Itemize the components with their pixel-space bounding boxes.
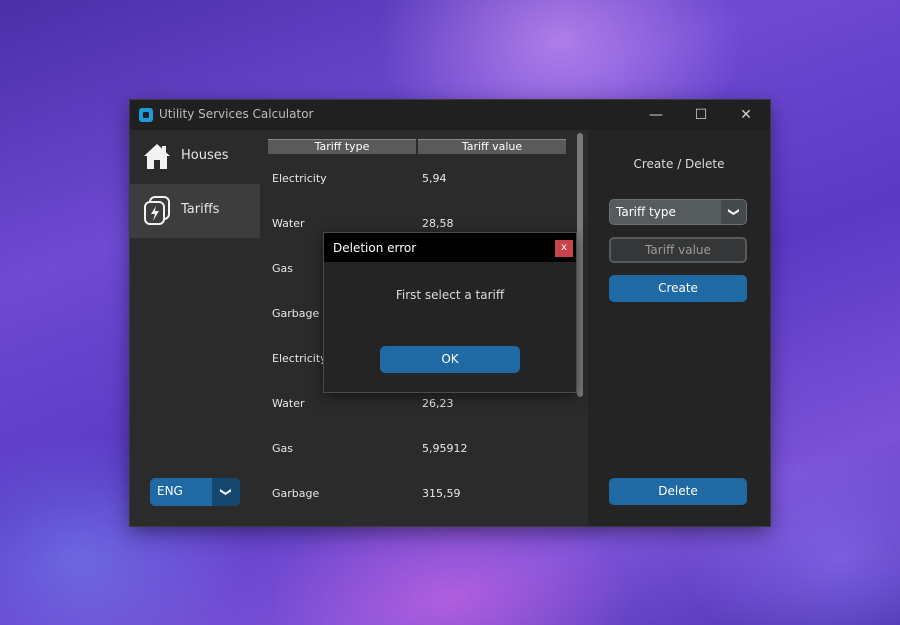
close-button[interactable]: ✕: [736, 106, 756, 124]
table-cell-value: 5,95912: [422, 442, 468, 455]
ok-button[interactable]: OK: [380, 346, 520, 373]
table-cell-value: 26,23: [422, 397, 454, 410]
tariff-value-input[interactable]: [611, 239, 745, 261]
deletion-error-dialog: Deletion error x First select a tariff O…: [324, 233, 576, 392]
chevron-down-icon[interactable]: ❯: [212, 478, 240, 506]
table-cell-type: Gas: [272, 262, 293, 275]
table-cell-value: 5,94: [422, 172, 447, 185]
delete-button[interactable]: Delete: [609, 478, 747, 505]
chevron-down-icon[interactable]: ❯: [721, 200, 746, 224]
language-select[interactable]: ENG ❯: [150, 478, 240, 506]
tariffs-icon: [144, 196, 170, 225]
dialog-close-button[interactable]: x: [555, 240, 573, 257]
sidebar-item-houses[interactable]: Houses: [130, 130, 260, 184]
create-delete-panel: Create / Delete Tariff type ❯ Create Del…: [588, 130, 770, 526]
table-cell-type: Electricity: [272, 352, 327, 365]
dialog-title-bar[interactable]: Deletion error x: [324, 233, 576, 262]
column-header-tariff-value[interactable]: Tariff value: [418, 139, 566, 154]
table-cell-type: Gas: [272, 442, 293, 455]
minimize-button[interactable]: —: [646, 106, 666, 124]
language-value: ENG: [157, 484, 183, 498]
sidebar-item-label: Tariffs: [181, 202, 220, 217]
tariff-type-value: Tariff type: [616, 205, 676, 219]
table-cell-type: Garbage: [272, 307, 320, 320]
table-cell-type: Water: [272, 217, 305, 230]
table-cell-value: 315,59: [422, 487, 461, 500]
table-cell-type: Garbage: [272, 487, 320, 500]
sidebar-item-tariffs[interactable]: Tariffs: [130, 184, 260, 238]
create-button[interactable]: Create: [609, 275, 747, 302]
maximize-button[interactable]: ☐: [691, 106, 711, 124]
house-icon: [144, 144, 170, 169]
title-bar[interactable]: Utility Services Calculator — ☐ ✕: [130, 100, 770, 130]
dialog-title: Deletion error: [333, 241, 417, 255]
column-header-tariff-type[interactable]: Tariff type: [268, 139, 416, 154]
panel-title: Create / Delete: [633, 157, 725, 171]
tariff-type-select[interactable]: Tariff type ❯: [609, 199, 747, 225]
dialog-message: First select a tariff: [395, 288, 505, 302]
table-scrollbar[interactable]: [577, 133, 583, 397]
table-cell-type: Water: [272, 397, 305, 410]
table-cell-value: 28,58: [422, 217, 454, 230]
table-cell-type: Electricity: [272, 172, 327, 185]
app-icon: [139, 108, 153, 122]
tariff-value-field[interactable]: [609, 237, 747, 263]
sidebar-item-label: Houses: [181, 148, 229, 163]
window-title: Utility Services Calculator: [159, 107, 314, 121]
sidebar: Houses Tariffs ENG ❯: [130, 130, 260, 526]
